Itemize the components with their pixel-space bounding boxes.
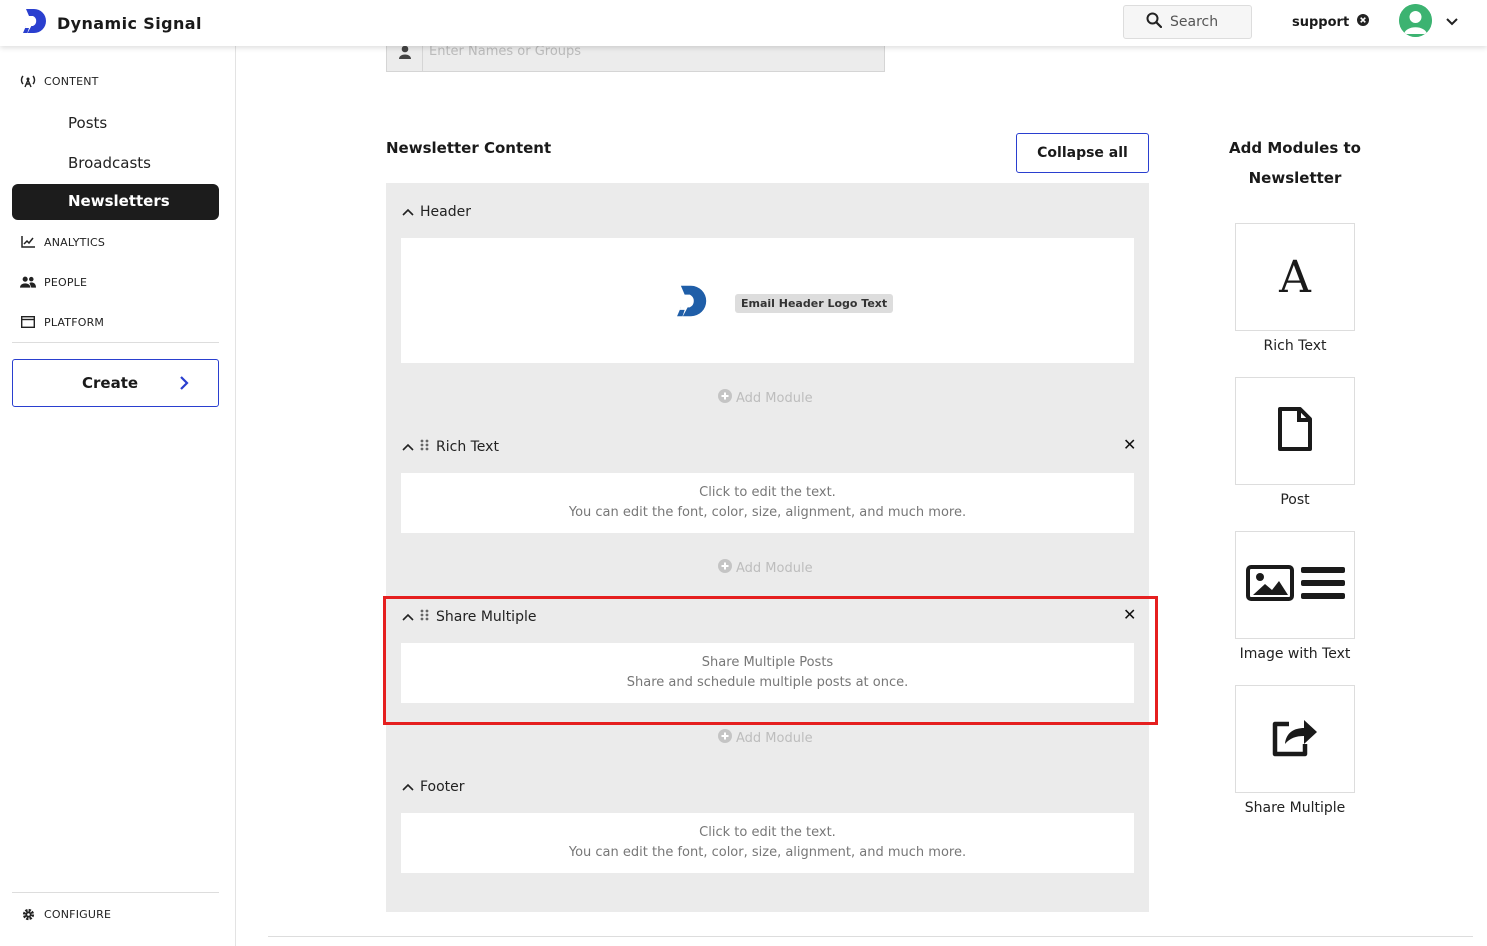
user-name: support <box>1292 14 1350 30</box>
collapse-all-label: Collapse all <box>1037 145 1128 161</box>
module-line: You can edit the font, color, size, alig… <box>568 505 967 520</box>
plus-circle-icon <box>718 559 732 577</box>
drag-handle-icon[interactable] <box>420 439 429 455</box>
share-icon <box>1271 716 1319 762</box>
create-label: Create <box>82 374 139 392</box>
plus-circle-icon <box>718 729 732 747</box>
close-circle-icon[interactable] <box>1357 14 1370 30</box>
rich-text-module-body[interactable]: Click to edit the text. You can edit the… <box>401 473 1134 533</box>
module-line: Click to edit the text. <box>699 825 836 840</box>
add-modules-title-line: Newsletter <box>1248 169 1342 187</box>
sidebar-item-label: Newsletters <box>68 192 170 210</box>
sidebar-section-configure[interactable]: CONFIGURE <box>20 907 111 921</box>
sidebar-divider <box>12 342 219 343</box>
module-footer-toggle[interactable]: Footer <box>402 779 465 795</box>
people-icon <box>20 275 36 289</box>
chart-icon <box>20 235 36 249</box>
brand-name: Dynamic Signal <box>57 13 202 33</box>
module-tile-image-with-text[interactable] <box>1235 531 1355 639</box>
sidebar-item-broadcasts[interactable]: Broadcasts <box>68 154 151 172</box>
search-button[interactable]: Search <box>1123 5 1252 39</box>
search-icon <box>1146 12 1163 32</box>
chevron-up-icon[interactable] <box>402 204 414 220</box>
sidebar-item-newsletters[interactable]: Newsletters <box>12 184 219 220</box>
module-header-toggle[interactable]: Header <box>402 204 471 220</box>
sidebar-section-label: ANALYTICS <box>44 235 106 249</box>
module-tile-label: Share Multiple <box>1244 800 1346 816</box>
sidebar-item-posts[interactable]: Posts <box>68 114 107 132</box>
module-tile-label: Image with Text <box>1239 646 1351 662</box>
newsletter-content-title: Newsletter Content <box>386 139 552 157</box>
dynamic-signal-logo-icon <box>673 282 709 324</box>
search-label: Search <box>1170 14 1219 30</box>
rich-text-icon: A <box>1279 251 1311 303</box>
add-modules-title: Add Modules to Newsletter <box>1215 133 1375 193</box>
collapse-all-button[interactable]: Collapse all <box>1016 133 1149 173</box>
header-logo: Email Header Logo Text <box>673 282 894 324</box>
user-menu[interactable]: support <box>1292 14 1370 30</box>
document-icon <box>1277 406 1313 456</box>
chevron-right-icon <box>179 375 189 395</box>
sidebar-section-label: CONTENT <box>44 74 99 88</box>
sidebar-section-analytics[interactable]: ANALYTICS <box>20 235 105 249</box>
add-module-button[interactable]: Add Module <box>718 389 813 407</box>
sidebar-section-people[interactable]: PEOPLE <box>20 275 87 289</box>
bottom-divider <box>268 936 1473 937</box>
selection-highlight <box>383 596 1158 725</box>
module-tile-share-multiple[interactable] <box>1235 685 1355 793</box>
module-line: Click to edit the text. <box>699 485 836 500</box>
module-line: You can edit the font, color, size, alig… <box>568 845 967 860</box>
broadcast-icon <box>20 74 36 88</box>
add-module-label: Add Module <box>736 730 813 746</box>
module-title: Header <box>420 204 471 220</box>
sidebar-section-platform[interactable]: PLATFORM <box>20 315 104 329</box>
sidebar: CONTENT Posts Broadcasts Newsletters ANA… <box>0 46 236 946</box>
avatar[interactable] <box>1399 4 1432 37</box>
dynamic-signal-logo-icon <box>20 6 48 40</box>
add-module-button[interactable]: Add Module <box>718 559 813 577</box>
footer-module-body[interactable]: Click to edit the text. You can edit the… <box>401 813 1134 873</box>
module-tile-rich-text[interactable]: A <box>1235 223 1355 331</box>
sidebar-section-label: PEOPLE <box>44 275 88 289</box>
sidebar-divider <box>12 892 219 893</box>
create-button[interactable]: Create <box>12 359 219 407</box>
plus-circle-icon <box>718 389 732 407</box>
top-bar: Dynamic Signal Search support <box>0 0 1487 46</box>
sidebar-section-label: PLATFORM <box>44 315 105 329</box>
image-with-text-icon <box>1245 564 1345 606</box>
add-module-button[interactable]: Add Module <box>718 729 813 747</box>
module-tile-post[interactable] <box>1235 377 1355 485</box>
add-modules-title-line: Add Modules to <box>1229 139 1361 157</box>
module-tile-label: Rich Text <box>1263 338 1327 354</box>
window-icon <box>20 315 36 329</box>
header-module-body[interactable]: Email Header Logo Text <box>401 238 1134 363</box>
close-icon[interactable]: ✕ <box>1123 437 1136 453</box>
chevron-up-icon[interactable] <box>402 779 414 795</box>
logo-text: Email Header Logo Text <box>735 293 894 313</box>
gear-icon <box>20 907 36 921</box>
brand[interactable]: Dynamic Signal <box>20 6 202 40</box>
sidebar-section-content[interactable]: CONTENT <box>20 74 99 88</box>
module-title: Rich Text <box>436 439 499 455</box>
recipients-placeholder: Enter Names or Groups <box>429 44 582 59</box>
add-module-label: Add Module <box>736 390 813 406</box>
chevron-down-icon[interactable] <box>1445 12 1459 31</box>
module-title: Footer <box>420 779 465 795</box>
module-tile-label: Post <box>1280 492 1310 508</box>
add-module-label: Add Module <box>736 560 813 576</box>
module-rich-text-toggle[interactable]: Rich Text <box>402 439 499 455</box>
sidebar-section-label: CONFIGURE <box>44 907 112 921</box>
chevron-up-icon[interactable] <box>402 439 414 455</box>
